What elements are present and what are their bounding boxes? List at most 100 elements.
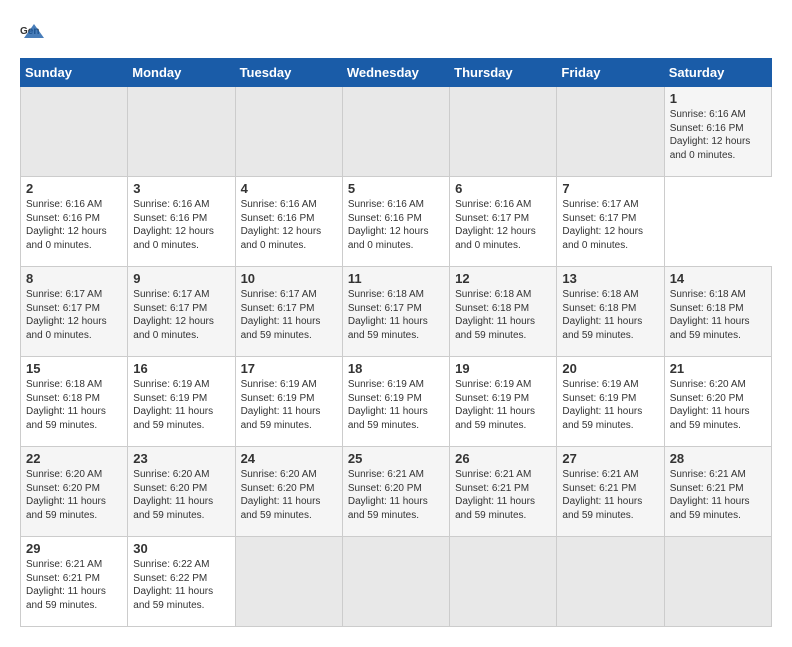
calendar-day-cell: 22 Sunrise: 6:20 AMSunset: 6:20 PMDaylig… bbox=[21, 447, 128, 537]
calendar-day-cell: 20 Sunrise: 6:19 AMSunset: 6:19 PMDaylig… bbox=[557, 357, 664, 447]
day-info: Sunrise: 6:21 AMSunset: 6:20 PMDaylight:… bbox=[348, 469, 428, 521]
calendar-week-row: 1 Sunrise: 6:16 AMSunset: 6:16 PMDayligh… bbox=[21, 87, 772, 177]
calendar-day-cell: 24 Sunrise: 6:20 AMSunset: 6:20 PMDaylig… bbox=[235, 447, 342, 537]
day-number: 6 bbox=[455, 181, 551, 196]
day-info: Sunrise: 6:20 AMSunset: 6:20 PMDaylight:… bbox=[26, 469, 106, 521]
calendar-day-cell: 13 Sunrise: 6:18 AMSunset: 6:18 PMDaylig… bbox=[557, 267, 664, 357]
day-info: Sunrise: 6:17 AMSunset: 6:17 PMDaylight:… bbox=[562, 199, 643, 251]
day-info: Sunrise: 6:19 AMSunset: 6:19 PMDaylight:… bbox=[455, 379, 535, 431]
calendar-day-cell: 8 Sunrise: 6:17 AMSunset: 6:17 PMDayligh… bbox=[21, 267, 128, 357]
calendar-day-cell: 29 Sunrise: 6:21 AMSunset: 6:21 PMDaylig… bbox=[21, 537, 128, 627]
day-number: 4 bbox=[241, 181, 337, 196]
day-info: Sunrise: 6:17 AMSunset: 6:17 PMDaylight:… bbox=[241, 289, 321, 341]
day-number: 13 bbox=[562, 271, 658, 286]
calendar-week-row: 8 Sunrise: 6:17 AMSunset: 6:17 PMDayligh… bbox=[21, 267, 772, 357]
day-number: 11 bbox=[348, 271, 444, 286]
day-number: 7 bbox=[562, 181, 658, 196]
calendar-day-cell: 3 Sunrise: 6:16 AMSunset: 6:16 PMDayligh… bbox=[128, 177, 235, 267]
calendar-week-row: 29 Sunrise: 6:21 AMSunset: 6:21 PMDaylig… bbox=[21, 537, 772, 627]
day-info: Sunrise: 6:19 AMSunset: 6:19 PMDaylight:… bbox=[348, 379, 428, 431]
day-number: 28 bbox=[670, 451, 766, 466]
day-number: 15 bbox=[26, 361, 122, 376]
empty-cell bbox=[342, 87, 449, 177]
day-number: 25 bbox=[348, 451, 444, 466]
calendar-day-cell: 11 Sunrise: 6:18 AMSunset: 6:17 PMDaylig… bbox=[342, 267, 449, 357]
day-info: Sunrise: 6:16 AMSunset: 6:16 PMDaylight:… bbox=[348, 199, 429, 251]
calendar-day-cell: 9 Sunrise: 6:17 AMSunset: 6:17 PMDayligh… bbox=[128, 267, 235, 357]
calendar-day-cell: 18 Sunrise: 6:19 AMSunset: 6:19 PMDaylig… bbox=[342, 357, 449, 447]
calendar-day-cell: 23 Sunrise: 6:20 AMSunset: 6:20 PMDaylig… bbox=[128, 447, 235, 537]
empty-cell bbox=[235, 537, 342, 627]
day-number: 9 bbox=[133, 271, 229, 286]
calendar-day-cell: 16 Sunrise: 6:19 AMSunset: 6:19 PMDaylig… bbox=[128, 357, 235, 447]
day-info: Sunrise: 6:20 AMSunset: 6:20 PMDaylight:… bbox=[241, 469, 321, 521]
calendar-day-cell: 26 Sunrise: 6:21 AMSunset: 6:21 PMDaylig… bbox=[450, 447, 557, 537]
day-info: Sunrise: 6:18 AMSunset: 6:18 PMDaylight:… bbox=[670, 289, 750, 341]
day-info: Sunrise: 6:21 AMSunset: 6:21 PMDaylight:… bbox=[670, 469, 750, 521]
empty-cell bbox=[557, 537, 664, 627]
calendar-day-cell: 19 Sunrise: 6:19 AMSunset: 6:19 PMDaylig… bbox=[450, 357, 557, 447]
header-saturday: Saturday bbox=[664, 59, 771, 87]
header-monday: Monday bbox=[128, 59, 235, 87]
day-number: 30 bbox=[133, 541, 229, 556]
calendar-week-row: 2 Sunrise: 6:16 AMSunset: 6:16 PMDayligh… bbox=[21, 177, 772, 267]
calendar-week-row: 15 Sunrise: 6:18 AMSunset: 6:18 PMDaylig… bbox=[21, 357, 772, 447]
day-info: Sunrise: 6:19 AMSunset: 6:19 PMDaylight:… bbox=[133, 379, 213, 431]
calendar-day-cell: 7 Sunrise: 6:17 AMSunset: 6:17 PMDayligh… bbox=[557, 177, 664, 267]
day-number: 2 bbox=[26, 181, 122, 196]
page-header: Gen bbox=[20, 20, 772, 48]
day-info: Sunrise: 6:18 AMSunset: 6:18 PMDaylight:… bbox=[562, 289, 642, 341]
calendar-day-cell: 30 Sunrise: 6:22 AMSunset: 6:22 PMDaylig… bbox=[128, 537, 235, 627]
empty-cell bbox=[21, 87, 128, 177]
calendar-table: SundayMondayTuesdayWednesdayThursdayFrid… bbox=[20, 58, 772, 627]
day-number: 1 bbox=[670, 91, 766, 106]
day-info: Sunrise: 6:19 AMSunset: 6:19 PMDaylight:… bbox=[562, 379, 642, 431]
calendar-day-cell: 10 Sunrise: 6:17 AMSunset: 6:17 PMDaylig… bbox=[235, 267, 342, 357]
day-number: 14 bbox=[670, 271, 766, 286]
day-number: 29 bbox=[26, 541, 122, 556]
header-thursday: Thursday bbox=[450, 59, 557, 87]
logo-icon: Gen bbox=[20, 20, 48, 48]
day-info: Sunrise: 6:19 AMSunset: 6:19 PMDaylight:… bbox=[241, 379, 321, 431]
day-info: Sunrise: 6:18 AMSunset: 6:18 PMDaylight:… bbox=[26, 379, 106, 431]
day-number: 17 bbox=[241, 361, 337, 376]
day-number: 27 bbox=[562, 451, 658, 466]
calendar-day-cell: 14 Sunrise: 6:18 AMSunset: 6:18 PMDaylig… bbox=[664, 267, 771, 357]
empty-cell bbox=[450, 87, 557, 177]
day-info: Sunrise: 6:21 AMSunset: 6:21 PMDaylight:… bbox=[562, 469, 642, 521]
day-info: Sunrise: 6:20 AMSunset: 6:20 PMDaylight:… bbox=[133, 469, 213, 521]
calendar-day-cell: 1 Sunrise: 6:16 AMSunset: 6:16 PMDayligh… bbox=[664, 87, 771, 177]
day-info: Sunrise: 6:16 AMSunset: 6:17 PMDaylight:… bbox=[455, 199, 536, 251]
header-wednesday: Wednesday bbox=[342, 59, 449, 87]
day-info: Sunrise: 6:21 AMSunset: 6:21 PMDaylight:… bbox=[455, 469, 535, 521]
day-number: 3 bbox=[133, 181, 229, 196]
calendar-day-cell: 2 Sunrise: 6:16 AMSunset: 6:16 PMDayligh… bbox=[21, 177, 128, 267]
day-info: Sunrise: 6:17 AMSunset: 6:17 PMDaylight:… bbox=[26, 289, 107, 341]
day-number: 18 bbox=[348, 361, 444, 376]
day-number: 21 bbox=[670, 361, 766, 376]
logo: Gen bbox=[20, 20, 52, 48]
calendar-day-cell: 6 Sunrise: 6:16 AMSunset: 6:17 PMDayligh… bbox=[450, 177, 557, 267]
calendar-day-cell: 5 Sunrise: 6:16 AMSunset: 6:16 PMDayligh… bbox=[342, 177, 449, 267]
empty-cell bbox=[450, 537, 557, 627]
day-number: 20 bbox=[562, 361, 658, 376]
empty-cell bbox=[128, 87, 235, 177]
day-info: Sunrise: 6:17 AMSunset: 6:17 PMDaylight:… bbox=[133, 289, 214, 341]
calendar-day-cell: 21 Sunrise: 6:20 AMSunset: 6:20 PMDaylig… bbox=[664, 357, 771, 447]
day-info: Sunrise: 6:16 AMSunset: 6:16 PMDaylight:… bbox=[133, 199, 214, 251]
calendar-day-cell: 25 Sunrise: 6:21 AMSunset: 6:20 PMDaylig… bbox=[342, 447, 449, 537]
calendar-day-cell: 4 Sunrise: 6:16 AMSunset: 6:16 PMDayligh… bbox=[235, 177, 342, 267]
empty-cell bbox=[664, 537, 771, 627]
day-number: 19 bbox=[455, 361, 551, 376]
day-number: 16 bbox=[133, 361, 229, 376]
empty-cell bbox=[235, 87, 342, 177]
calendar-day-cell: 28 Sunrise: 6:21 AMSunset: 6:21 PMDaylig… bbox=[664, 447, 771, 537]
day-info: Sunrise: 6:16 AMSunset: 6:16 PMDaylight:… bbox=[670, 109, 751, 161]
empty-cell bbox=[557, 87, 664, 177]
header-sunday: Sunday bbox=[21, 59, 128, 87]
day-number: 23 bbox=[133, 451, 229, 466]
day-number: 10 bbox=[241, 271, 337, 286]
day-number: 12 bbox=[455, 271, 551, 286]
day-number: 22 bbox=[26, 451, 122, 466]
header-tuesday: Tuesday bbox=[235, 59, 342, 87]
